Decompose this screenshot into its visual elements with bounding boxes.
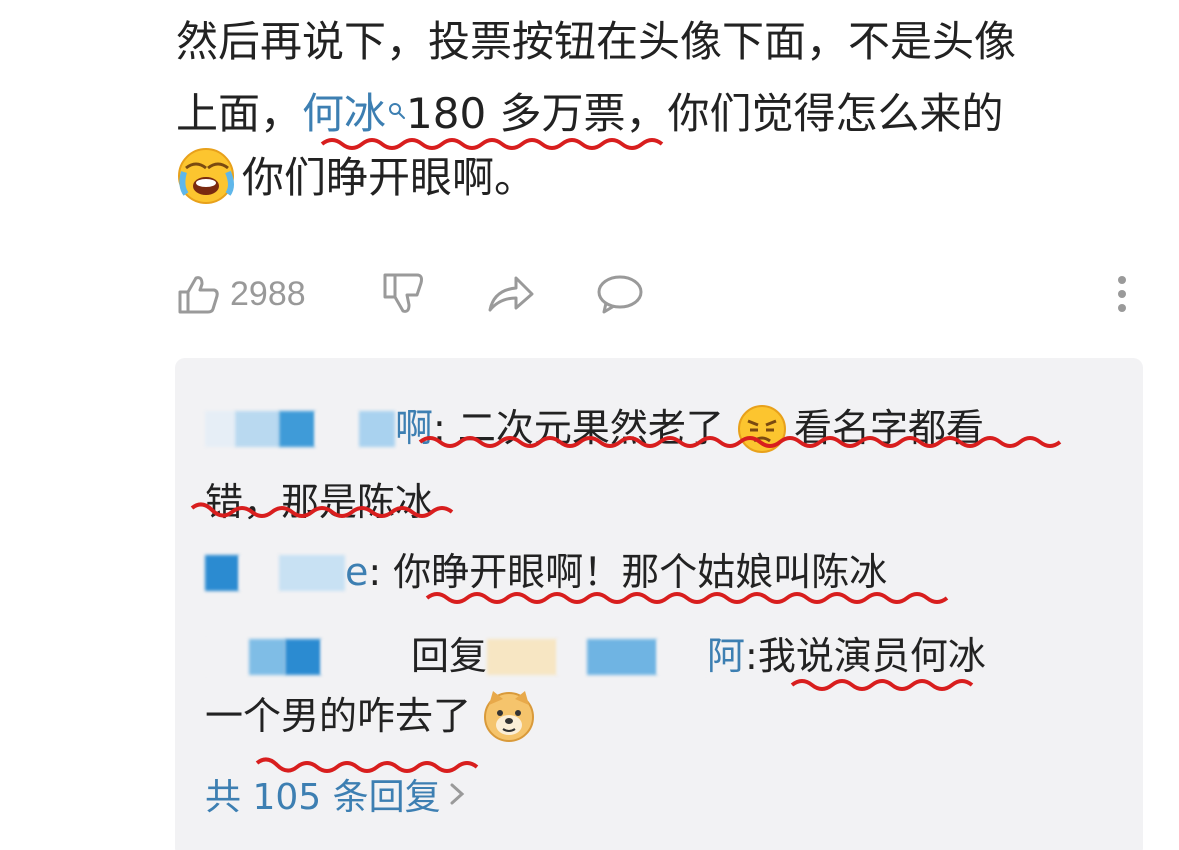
username-blurred bbox=[279, 411, 315, 447]
post-line-2-prefix: 上面， bbox=[176, 89, 303, 138]
reply-target-username[interactable]: 阿 bbox=[707, 634, 745, 678]
chevron-right-icon bbox=[449, 774, 465, 815]
username-blurred bbox=[205, 555, 239, 591]
reply-text-line2: 错，那是陈冰 bbox=[205, 480, 434, 524]
doge-emoji bbox=[481, 687, 537, 760]
mention-link[interactable]: 何冰 bbox=[302, 89, 386, 138]
username-blurred bbox=[249, 639, 285, 675]
username-blurred bbox=[239, 555, 279, 591]
like-button[interactable]: 2988 bbox=[176, 264, 306, 324]
username-blurred bbox=[279, 555, 345, 591]
like-count: 2988 bbox=[230, 274, 306, 313]
username-blurred bbox=[235, 411, 279, 447]
post-line-2-suffix: 180 多万票，你们觉得怎么来的 bbox=[406, 89, 1004, 138]
username-blurred bbox=[205, 411, 235, 447]
username-blurred bbox=[487, 639, 558, 675]
more-replies-label: 共 105 条回复 bbox=[205, 777, 441, 818]
search-icon[interactable] bbox=[388, 74, 406, 138]
share-icon bbox=[486, 272, 536, 316]
username-blurred bbox=[205, 639, 249, 675]
username-blurred bbox=[315, 411, 359, 447]
reply-item[interactable]: 啊: 二次元果然老了 看名字都看 错，那是陈冰 bbox=[205, 398, 1105, 532]
reply-item[interactable]: e: 你睁开眼啊！那个姑娘叫陈冰 bbox=[205, 542, 1105, 602]
post-content: 然后再说下，投票按钮在头像下面，不是头像 上面，何冰 180 多万票，你们觉得怎么… bbox=[176, 10, 1136, 224]
annoyed-emoji bbox=[736, 403, 788, 472]
username-blurred bbox=[657, 639, 708, 675]
thumbs-down-icon bbox=[381, 271, 427, 317]
username-blurred bbox=[557, 639, 588, 675]
username-blurred bbox=[321, 639, 411, 675]
reply-text: : 你睁开眼啊！那个姑娘叫陈冰 bbox=[368, 550, 888, 594]
reply-text-line2: 一个男的咋去了 bbox=[205, 694, 472, 738]
dislike-button[interactable] bbox=[381, 264, 427, 324]
laughing-cry-emoji bbox=[176, 146, 236, 224]
comment-page: 然后再说下，投票按钮在头像下面，不是头像 上面，何冰 180 多万票，你们觉得怎么… bbox=[0, 0, 1179, 850]
action-bar: 2988 bbox=[176, 264, 1136, 324]
reply-word: 回复 bbox=[411, 634, 488, 678]
reply-text: : 二次元果然老了 bbox=[433, 406, 724, 450]
comment-icon bbox=[596, 272, 644, 316]
reply-text: :我说演员何冰 bbox=[745, 634, 986, 678]
reply-username[interactable]: e bbox=[345, 550, 368, 594]
reply-username[interactable]: 啊 bbox=[395, 406, 433, 450]
post-line-1: 然后再说下，投票按钮在头像下面，不是头像 bbox=[176, 17, 1017, 66]
comment-button[interactable] bbox=[596, 264, 644, 324]
username-blurred bbox=[587, 639, 658, 675]
more-options-button[interactable] bbox=[1116, 264, 1128, 324]
post-line-2: 上面，何冰 180 多万票，你们觉得怎么来的 bbox=[176, 74, 1136, 146]
replies-panel: 啊: 二次元果然老了 看名字都看 错，那是陈冰 e: 你睁开眼啊！那个姑娘叫陈冰… bbox=[175, 358, 1143, 850]
post-line-3-text: 你们睁开眼啊。 bbox=[242, 153, 537, 202]
share-button[interactable] bbox=[486, 264, 536, 324]
view-more-replies-link[interactable]: 共 105 条回复 bbox=[205, 768, 465, 820]
reply-item[interactable]: 回复 阿:我说演员何冰 一个男的咋去了 bbox=[205, 626, 1105, 760]
username-blurred bbox=[359, 411, 395, 447]
thumbs-up-icon bbox=[176, 272, 220, 316]
more-vertical-icon bbox=[1116, 274, 1128, 314]
reply-text-cont: 看名字都看 bbox=[794, 406, 985, 450]
username-blurred bbox=[285, 639, 321, 675]
post-line-3: 你们睁开眼啊。 bbox=[176, 146, 1136, 224]
